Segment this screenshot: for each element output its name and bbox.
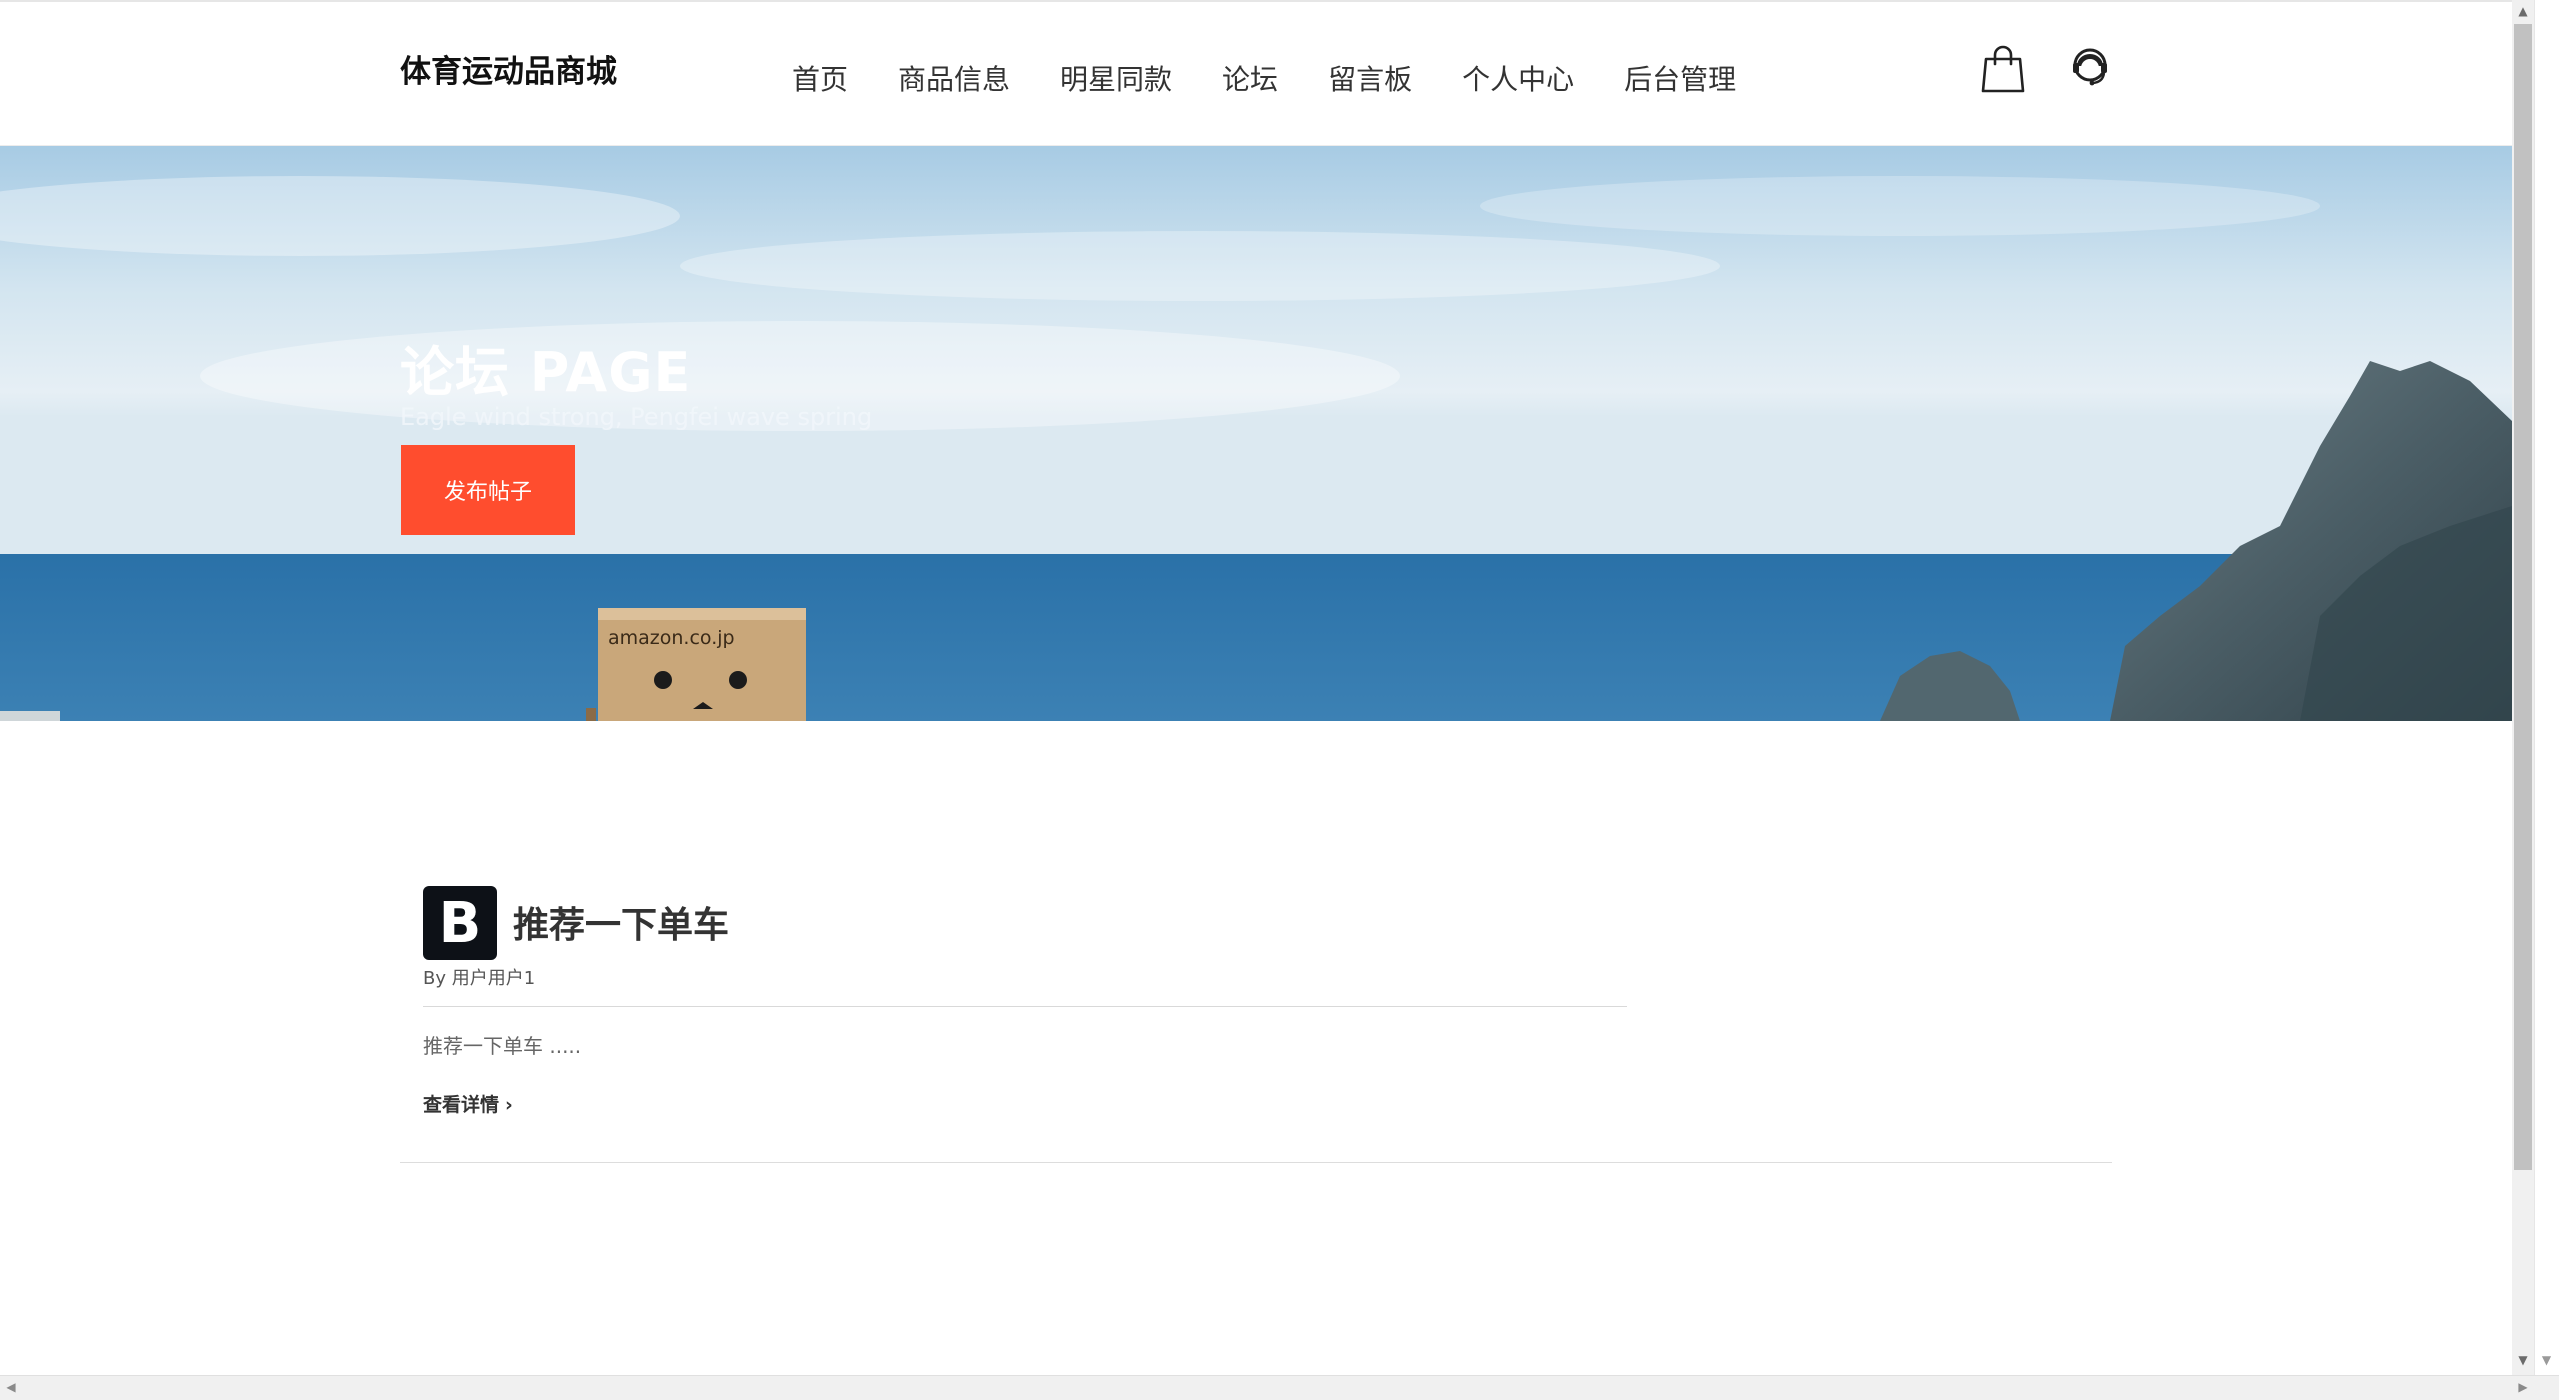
post-avatar: B (423, 886, 497, 960)
outer-vertical-scrollbar[interactable] (2534, 0, 2559, 1375)
scroll-down-arrow-icon[interactable]: ▼ (2512, 1349, 2534, 1371)
hero-subtitle: Eagle wind strong, Pengfei wave spring (400, 403, 873, 431)
view-details-label: 查看详情 (423, 1094, 500, 1116)
site-header: 体育运动品商城 首页 商品信息 明星同款 论坛 留言板 个人中心 后台管理 (0, 2, 2512, 146)
nav-item-profile[interactable]: 个人中心 (1462, 58, 1574, 98)
nav-item-admin[interactable]: 后台管理 (1624, 58, 1736, 98)
nav-item-forum[interactable]: 论坛 (1222, 58, 1278, 98)
main-nav: 首页 商品信息 明星同款 论坛 留言板 个人中心 后台管理 (792, 58, 1736, 98)
browser-viewport: 体育运动品商城 首页 商品信息 明星同款 论坛 留言板 个人中心 后台管理 am… (0, 0, 2512, 1375)
post-divider (423, 1006, 1627, 1007)
post-title[interactable]: 推荐一下单车 (513, 896, 729, 948)
nav-item-products[interactable]: 商品信息 (898, 58, 1010, 98)
site-logo-text[interactable]: 体育运动品商城 (400, 46, 617, 91)
scroll-right-arrow-icon[interactable]: ▶ (2512, 1375, 2534, 1399)
customer-service-icon[interactable] (2069, 46, 2111, 90)
horizontal-scrollbar[interactable] (0, 1375, 2559, 1400)
list-divider (400, 1162, 2112, 1163)
outer-scroll-down-arrow-icon[interactable]: ▼ (2534, 1349, 2559, 1371)
scroll-up-arrow-icon[interactable]: ▲ (2512, 0, 2534, 22)
scroll-left-arrow-icon[interactable]: ◀ (0, 1375, 22, 1399)
hero-title: 论坛 PAGE (400, 341, 692, 404)
hero-banner: amazon.co.jp 论坛 PAGE Eagle wind strong, … (0, 146, 2512, 721)
view-details-link[interactable]: 查看详情 › (423, 1090, 513, 1117)
publish-post-button[interactable]: 发布帖子 (401, 445, 575, 535)
cart-icon[interactable] (1981, 45, 2025, 93)
hero-background-image: amazon.co.jp (0, 146, 2512, 721)
post-excerpt: 推荐一下单车 ..... (423, 1034, 582, 1058)
nav-item-message-board[interactable]: 留言板 (1328, 58, 1412, 98)
post-author: By 用户用户1 (423, 968, 536, 989)
box-label: amazon.co.jp (608, 627, 735, 649)
chevron-right-icon: › (505, 1094, 513, 1116)
nav-item-star-styles[interactable]: 明星同款 (1060, 58, 1172, 98)
vertical-scrollbar-thumb[interactable] (2514, 24, 2532, 1170)
nav-item-home[interactable]: 首页 (792, 58, 848, 98)
